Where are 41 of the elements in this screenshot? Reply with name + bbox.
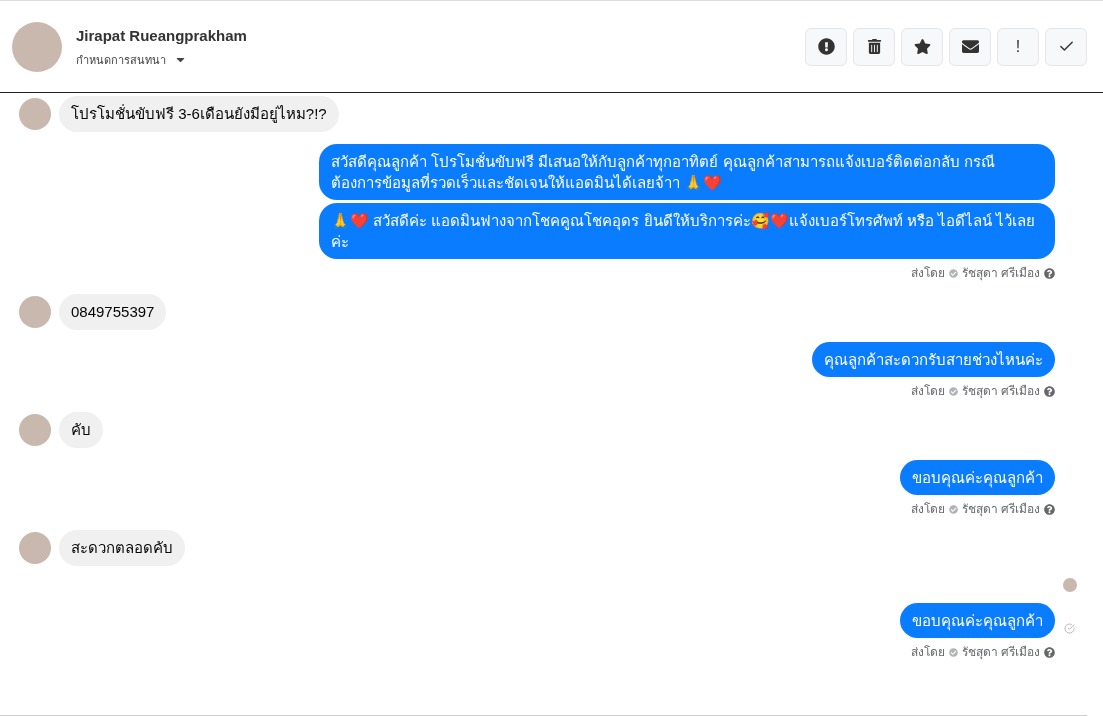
verified-icon [948,268,958,278]
help-icon[interactable] [1044,267,1055,279]
avatar [19,296,51,328]
contact-name: Jirapat Rueangprakham [76,26,247,46]
incoming-message: 0849755397 [59,294,167,330]
mail-button[interactable] [949,27,991,66]
incoming-message: สะดวกตลอดคับ [59,530,185,566]
alert-button[interactable] [805,27,847,66]
star-icon [913,38,931,55]
trash-icon [866,39,882,54]
avatar [12,21,62,72]
delete-button[interactable] [853,27,895,66]
star-button[interactable] [901,27,943,66]
envelope-icon [961,38,979,55]
important-button[interactable]: ! [997,27,1039,66]
agent-name: รัชสุดา ศรีเมือง [961,501,1040,518]
agent-name: รัชสุดา ศรีเมือง [961,644,1040,661]
outgoing-message: ขอบคุณค่ะคุณลูกค้า [900,603,1055,638]
verified-icon [948,504,958,514]
help-icon[interactable] [1044,503,1055,515]
outgoing-message: 🙏❤ สวัสดีค่ะ แอดมินฟางจากโชคคูณโชคอุดร ยินดีให้บริการค่ะ🥰❤แจ้งเบอร์โทรศัพท์ หรือ ไอดีไลน์ ไว้เลยค่ะ [319,203,1055,259]
agent-name: รัชสุดา ศรีเมือง [961,265,1040,282]
incoming-message: โปรโมชั่นขับฟรี 3-6เดือนยังมีอยู่ไหม?!? [59,96,339,132]
help-icon[interactable] [1044,385,1055,397]
sent-by-label: ส่งโดย [910,501,945,518]
verified-icon [948,386,958,396]
avatar [19,98,51,130]
sent-by-label: ส่งโดย [910,383,945,400]
help-icon[interactable] [1044,646,1055,658]
outgoing-message: ขอบคุณค่ะคุณลูกค้า [900,460,1055,495]
incoming-message: คับ [59,412,103,448]
sent-by-label: ส่งโดย [910,644,945,661]
alert-icon [817,38,835,55]
avatar [19,532,51,564]
conversation-menu[interactable]: กำหนดการสนทนา [76,51,247,68]
outgoing-message: สวัสดีคุณลูกค้า โปรโมชั่นขับฟรี มีเสนอให้กับลูกค้าทุกอาทิตย์ คุณลูกค้าสามารถแจ้งเบอร์ติดต่อกลับ กรณีต้องการข้อมูลที่รวดเร็วและชัดเจนให้แอดมินได้เลยจ้าา 🙏❤ [319,144,1055,200]
agent-name: รัชสุดา ศรีเมือง [961,383,1040,400]
verified-icon [948,647,958,657]
avatar [19,414,51,446]
outgoing-message: คุณลูกค้าสะดวกรับสายช่วงไหนค่ะ [812,342,1055,377]
sent-by-label: ส่งโดย [910,265,945,282]
